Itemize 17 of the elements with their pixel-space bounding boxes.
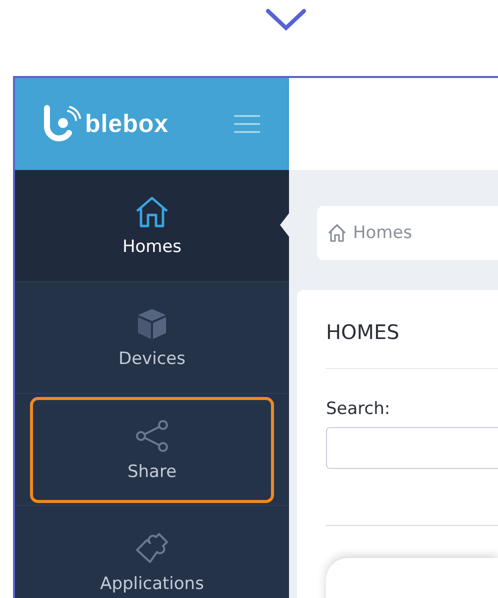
- chevron-down-icon[interactable]: [265, 8, 307, 32]
- home-icon[interactable]: [327, 223, 347, 243]
- logo-icon: [41, 105, 81, 143]
- search-label: Search:: [326, 399, 392, 419]
- sidebar-label: Applications: [100, 574, 204, 594]
- sidebar-label: Homes: [122, 236, 182, 256]
- sidebar-label: Share: [127, 462, 177, 482]
- menu-icon[interactable]: [234, 114, 260, 134]
- card-title: HOMES: [326, 320, 498, 369]
- sidebar-label: Devices: [118, 348, 186, 368]
- share-icon: [134, 418, 170, 454]
- search-field[interactable]: [326, 427, 498, 469]
- home-icon: [134, 194, 170, 228]
- sidebar-item[interactable]: Share: [15, 394, 289, 506]
- sidebar-item[interactable]: Homes: [15, 170, 289, 282]
- logo-text: blebox: [85, 110, 169, 138]
- cube-icon: [135, 306, 169, 340]
